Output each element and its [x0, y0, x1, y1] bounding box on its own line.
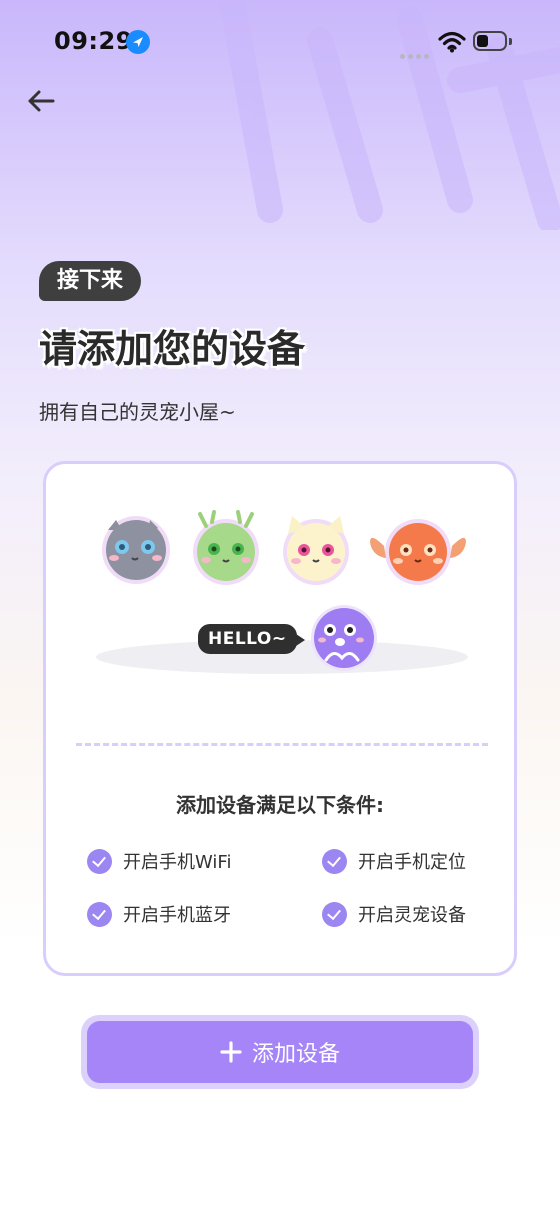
add-device-button-frame: 添加设备: [81, 1015, 479, 1089]
check-circle-icon: [322, 848, 347, 874]
orange-pet-icon: [370, 519, 466, 585]
battery-cap: [509, 38, 512, 45]
requirements-title: 添加设备满足以下条件:: [176, 793, 384, 817]
requirement-wifi: 开启手机WiFi: [87, 848, 231, 874]
requirement-location: 开启手机定位: [322, 848, 466, 874]
requirement-label: 开启灵宠设备: [358, 905, 466, 926]
page-subtitle: 拥有自己的灵宠小屋~: [39, 400, 236, 424]
mascot-icon: [311, 605, 377, 671]
requirement-label: 开启手机WiFi: [123, 852, 232, 873]
requirement-label: 开启手机定位: [358, 852, 466, 873]
check-circle-icon: [322, 901, 347, 927]
card-divider: [76, 743, 488, 746]
add-device-label: 添加设备: [251, 1042, 340, 1067]
device-card: HELLO~ 添加设备满足以下条件: 开启手机WiFi 开启手机定位 开启手机蓝…: [43, 461, 517, 976]
yellow-pet-icon: [283, 516, 349, 585]
step-badge: 接下来: [39, 261, 142, 301]
page-title: 请添加您的设备: [39, 327, 306, 371]
pets-illustration: [96, 510, 470, 590]
gray-pet-icon: [102, 516, 170, 584]
check-circle-icon: [87, 901, 112, 927]
cellular-signal-icon: [400, 44, 432, 63]
battery-icon: [473, 31, 507, 51]
requirement-pet-device: 开启灵宠设备: [322, 901, 466, 927]
back-button[interactable]: [24, 84, 58, 118]
requirement-label: 开启手机蓝牙: [123, 905, 231, 926]
location-arrow-icon: [126, 30, 150, 54]
arrow-left-icon: [28, 90, 55, 112]
green-pet-icon: [193, 510, 259, 585]
hello-speech-bubble: HELLO~: [198, 624, 305, 654]
plus-icon: [220, 1041, 242, 1063]
check-circle-icon: [87, 848, 112, 874]
status-bar: 09:29: [0, 0, 560, 86]
status-time: 09:29: [54, 27, 133, 55]
add-device-button[interactable]: 添加设备: [87, 1021, 473, 1083]
wifi-icon: [438, 31, 466, 53]
requirement-bluetooth: 开启手机蓝牙: [87, 901, 231, 927]
